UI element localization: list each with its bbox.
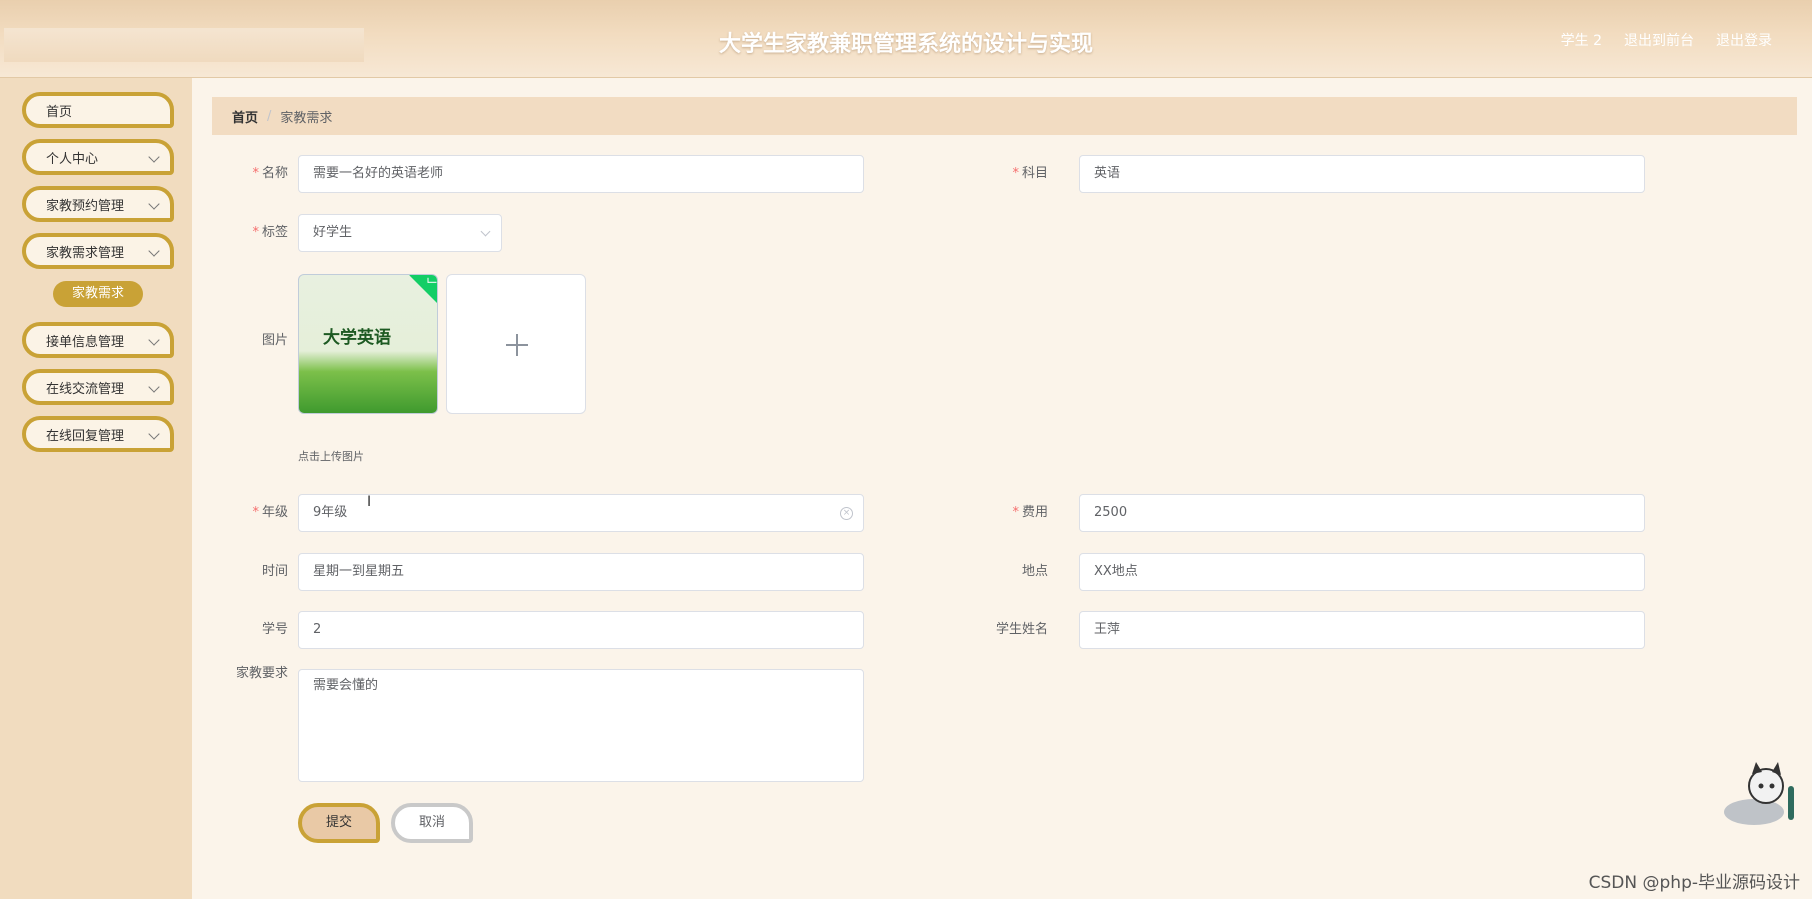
user-name-link[interactable]: 学生 2 (1561, 30, 1602, 50)
requirement-label: 家教要求 (235, 666, 288, 681)
sidebar-item-label: 接单信息管理 (46, 334, 125, 350)
back-to-frontend-link[interactable]: 退出到前台 (1624, 30, 1694, 50)
image-label: 图片 (261, 333, 288, 348)
sidebar-item-label: 首页 (46, 104, 73, 120)
breadcrumb-current: 家教需求 (280, 110, 333, 126)
app-title: 大学生家教兼职管理系统的设计与实现 (718, 32, 1093, 57)
sidebar-item-label: 家教需求管理 (46, 245, 125, 261)
tag-select[interactable]: 好学生 (298, 214, 502, 252)
sidebar-item-chat-management[interactable]: 在线交流管理 (22, 369, 174, 405)
clear-icon[interactable]: × (840, 507, 853, 520)
chevron-down-icon (148, 428, 160, 440)
upload-success-check-icon (409, 275, 437, 304)
student-name-label: 学生姓名 (995, 622, 1048, 637)
breadcrumb-separator: / (267, 108, 272, 124)
tag-label: * 标签 (252, 225, 288, 240)
thumbnail-book-title: 大学英语 (323, 328, 391, 348)
watermark: CSDN @php-毕业源码设计 (1588, 873, 1800, 893)
sidebar-item-demand-management[interactable]: 家教需求管理 (22, 233, 174, 269)
time-label: 时间 (261, 564, 288, 579)
tag-select-value: 好学生 (313, 225, 353, 240)
sidebar-item-personal-center[interactable]: 个人中心 (22, 139, 174, 175)
sidebar-item-label: 在线交流管理 (46, 381, 125, 397)
required-mark: * (1012, 166, 1019, 181)
breadcrumb: 首页 / 家教需求 (212, 97, 1797, 135)
sidebar-item-order-management[interactable]: 接单信息管理 (22, 322, 174, 358)
submit-button[interactable]: 提交 (298, 803, 380, 843)
required-mark: * (252, 166, 259, 181)
sidebar-item-label: 家教预约管理 (46, 198, 125, 214)
requirement-textarea[interactable]: 需要会懂的 (298, 669, 864, 782)
chevron-down-icon (148, 245, 160, 257)
logout-link[interactable]: 退出登录 (1716, 30, 1772, 50)
header-nav: 学生 2 退出到前台 退出登录 (1561, 30, 1772, 50)
fee-label: * 费用 (1012, 505, 1048, 520)
required-mark: * (1012, 505, 1019, 520)
cat-mascot-icon (1724, 762, 1794, 825)
sidebar: 首页 个人中心 家教预约管理 家教需求管理 家教需求 接单信息管理 在线交流管理… (0, 78, 192, 899)
subject-label: * 科目 (1012, 166, 1048, 181)
grade-label: * 年级 (252, 505, 288, 520)
chevron-down-icon (148, 381, 160, 393)
subject-input[interactable]: 英语 (1079, 155, 1645, 193)
top-header: 大学生家教兼职管理系统的设计与实现 学生 2 退出到前台 退出登录 (0, 0, 1812, 78)
required-mark: * (252, 225, 259, 240)
fee-input[interactable]: 2500 (1079, 494, 1645, 532)
upload-hint: 点击上传图片 (298, 450, 364, 463)
uploaded-image-thumbnail[interactable]: 大学英语 (298, 274, 438, 414)
place-input[interactable]: XX地点 (1079, 553, 1645, 591)
grade-input-value: 9年级 (313, 505, 348, 520)
sidebar-item-home[interactable]: 首页 (22, 92, 174, 128)
student-name-input[interactable]: 王萍 (1079, 611, 1645, 649)
grade-input[interactable]: 9年级 × (298, 494, 864, 532)
place-label: 地点 (1021, 564, 1048, 579)
name-input[interactable]: 需要一名好的英语老师 (298, 155, 864, 193)
chevron-down-icon (480, 226, 491, 237)
chevron-down-icon (148, 198, 160, 210)
chevron-down-icon (148, 151, 160, 163)
required-mark: * (252, 505, 259, 520)
image-upload-button[interactable] (446, 274, 586, 414)
student-no-label: 学号 (261, 622, 288, 637)
chevron-down-icon (148, 334, 160, 346)
sidebar-item-label: 个人中心 (46, 151, 99, 167)
cancel-button[interactable]: 取消 (391, 803, 473, 843)
sidebar-item-booking-management[interactable]: 家教预约管理 (22, 186, 174, 222)
main-content: 首页 / 家教需求 * 名称 需要一名好的英语老师 * 科目 英语 * 标签 好学生 … (192, 78, 1812, 899)
sidebar-subitem-demand[interactable]: 家教需求 (53, 281, 143, 307)
sidebar-item-label: 在线回复管理 (46, 428, 125, 444)
breadcrumb-home[interactable]: 首页 (232, 107, 258, 126)
sidebar-item-reply-management[interactable]: 在线回复管理 (22, 416, 174, 452)
time-input[interactable]: 星期一到星期五 (298, 553, 864, 591)
student-no-input[interactable]: 2 (298, 611, 864, 649)
text-cursor-icon: I (367, 494, 372, 510)
name-label: * 名称 (252, 166, 288, 181)
